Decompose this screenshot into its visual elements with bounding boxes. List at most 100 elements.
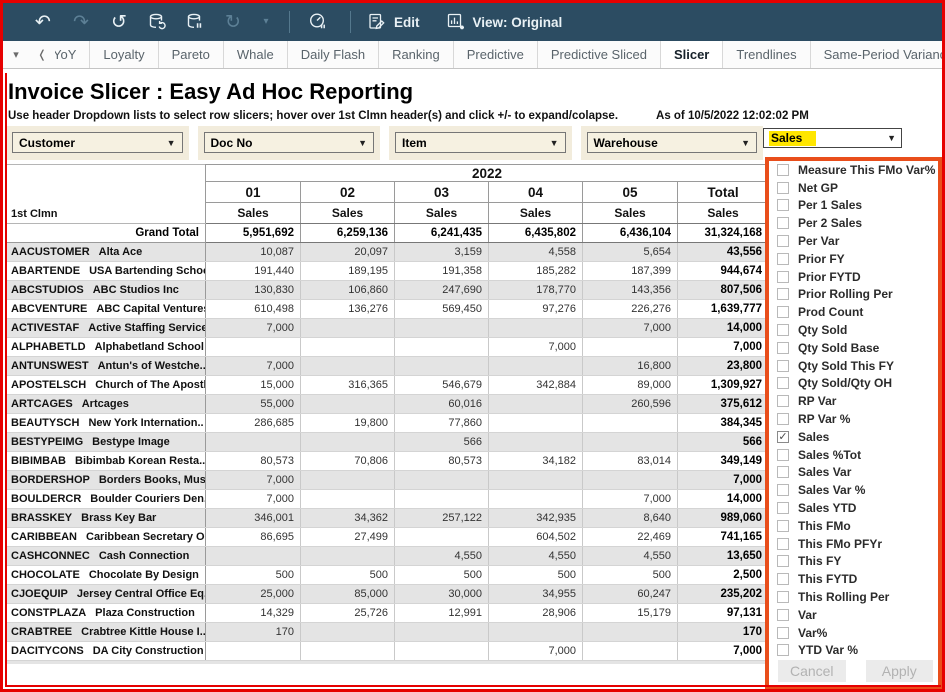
cell-value[interactable] (583, 623, 678, 642)
cell-value[interactable]: 566 (395, 433, 489, 452)
measure-item-prior-rolling-per[interactable]: Prior Rolling Per (769, 286, 938, 304)
tab-loyalty[interactable]: Loyalty (90, 41, 158, 68)
row-label-artcages[interactable]: ARTCAGESArtcages (7, 395, 206, 414)
cell-value[interactable]: 741,165 (678, 528, 769, 547)
cell-value[interactable] (489, 623, 583, 642)
column-header-total[interactable]: Total (678, 182, 769, 203)
tab-yoy[interactable]: YoY (55, 41, 90, 68)
cell-value[interactable]: 5,654 (583, 243, 678, 262)
cell-value[interactable]: 86,695 (206, 528, 301, 547)
cell-value[interactable] (489, 357, 583, 376)
filter-select-item[interactable]: Item▼ (395, 132, 566, 153)
tab-slicer[interactable]: Slicer (661, 41, 723, 68)
measure-item-var[interactable]: Var% (769, 624, 938, 642)
cell-value[interactable]: 27,499 (301, 528, 395, 547)
row-label-cashconnec[interactable]: CASHCONNECCash Connection (7, 547, 206, 566)
row-label-abcventure[interactable]: ABCVENTUREABC Capital Ventures (7, 300, 206, 319)
cell-value[interactable]: 546,679 (395, 376, 489, 395)
cell-value[interactable]: 34,362 (301, 509, 395, 528)
tab-predictive-sliced[interactable]: Predictive Sliced (538, 41, 661, 68)
cell-value[interactable] (395, 623, 489, 642)
checkbox-icon[interactable] (777, 502, 789, 514)
cell-value[interactable]: 25,726 (301, 604, 395, 623)
row-label-abcstudios[interactable]: ABCSTUDIOSABC Studios Inc (7, 281, 206, 300)
cell-value[interactable]: 349,149 (678, 452, 769, 471)
cell-value[interactable]: 7,000 (206, 357, 301, 376)
checkbox-icon[interactable] (777, 253, 789, 265)
column-header-04[interactable]: 04 (489, 182, 583, 203)
cell-value[interactable]: 4,558 (489, 243, 583, 262)
cell-value[interactable]: 14,000 (678, 319, 769, 338)
cell-value[interactable]: 16,800 (583, 357, 678, 376)
checkbox-icon[interactable] (777, 395, 789, 407)
cell-value[interactable] (489, 319, 583, 338)
cell-value[interactable]: 77,860 (395, 414, 489, 433)
cell-value[interactable]: 989,060 (678, 509, 769, 528)
cell-value[interactable] (206, 642, 301, 661)
row-label-bestypeimg[interactable]: BESTYPEIMGBestype Image (7, 433, 206, 452)
cell-value[interactable]: 257,122 (395, 509, 489, 528)
row-label-beautysch[interactable]: BEAUTYSCHNew York Internation.. (7, 414, 206, 433)
pause-updates-icon[interactable] (183, 12, 207, 32)
cell-value[interactable]: 500 (583, 566, 678, 585)
apply-button[interactable]: Apply (866, 660, 934, 682)
checkbox-icon[interactable]: ✓ (777, 431, 789, 443)
cell-value[interactable]: 375,612 (678, 395, 769, 414)
row-label-caribbean[interactable]: CARIBBEANCaribbean Secretary O.. (7, 528, 206, 547)
first-column-header[interactable]: 1st Clmn (7, 165, 206, 224)
measure-item-per-1-sales[interactable]: Per 1 Sales (769, 197, 938, 215)
cell-value[interactable] (301, 547, 395, 566)
cell-value[interactable]: 7,000 (489, 642, 583, 661)
cell-value[interactable]: 34,182 (489, 452, 583, 471)
measure-item-var[interactable]: Var (769, 606, 938, 624)
cell-value[interactable] (489, 395, 583, 414)
cell-value[interactable] (395, 642, 489, 661)
checkbox-icon[interactable] (777, 466, 789, 478)
cell-value[interactable]: 610,498 (206, 300, 301, 319)
cell-value[interactable]: 286,685 (206, 414, 301, 433)
cell-value[interactable]: 189,195 (301, 262, 395, 281)
measure-item-per-2-sales[interactable]: Per 2 Sales (769, 214, 938, 232)
checkbox-icon[interactable] (777, 555, 789, 567)
checkbox-icon[interactable] (777, 164, 789, 176)
revert-icon[interactable]: ↺ (107, 10, 131, 34)
measure-item-qty-sold-base[interactable]: Qty Sold Base (769, 339, 938, 357)
cell-value[interactable]: 89,000 (583, 376, 678, 395)
row-label-bouldercr[interactable]: BOULDERCRBoulder Couriers Den.. (7, 490, 206, 509)
column-header-01[interactable]: 01 (206, 182, 301, 203)
cell-value[interactable]: 260,596 (583, 395, 678, 414)
measure-item-this-rolling-per[interactable]: This Rolling Per (769, 588, 938, 606)
cell-value[interactable] (583, 414, 678, 433)
cell-value[interactable]: 97,276 (489, 300, 583, 319)
measure-item-this-fmo-pfyr[interactable]: This FMo PFYr (769, 535, 938, 553)
cell-value[interactable]: 20,097 (301, 243, 395, 262)
cell-value[interactable] (301, 642, 395, 661)
cell-value[interactable]: 235,202 (678, 585, 769, 604)
cell-value[interactable]: 4,550 (395, 547, 489, 566)
checkbox-icon[interactable] (777, 627, 789, 639)
checkbox-icon[interactable] (777, 573, 789, 585)
cell-value[interactable] (489, 490, 583, 509)
measure-item-ytd-var[interactable]: YTD Var % (769, 642, 938, 660)
cell-value[interactable]: 500 (206, 566, 301, 585)
measure-item-sales-var[interactable]: Sales Var (769, 464, 938, 482)
cell-value[interactable]: 566 (678, 433, 769, 452)
cell-value[interactable]: 604,502 (489, 528, 583, 547)
row-label-brasskey[interactable]: BRASSKEYBrass Key Bar (7, 509, 206, 528)
cell-value[interactable]: 342,935 (489, 509, 583, 528)
cell-value[interactable]: 500 (301, 566, 395, 585)
cell-value[interactable] (489, 471, 583, 490)
measure-item-measure-this-fmo-var[interactable]: Measure This FMo Var% (769, 161, 938, 179)
column-header-05[interactable]: 05 (583, 182, 678, 203)
row-label-apostelsch[interactable]: APOSTELSCHChurch of The Apostl.. (7, 376, 206, 395)
cell-value[interactable] (206, 338, 301, 357)
measure-item-per-var[interactable]: Per Var (769, 232, 938, 250)
measure-item-qty-sold-qty-oh[interactable]: Qty Sold/Qty OH (769, 375, 938, 393)
cell-value[interactable]: 7,000 (583, 490, 678, 509)
cell-value[interactable]: 8,640 (583, 509, 678, 528)
row-label-activestaf[interactable]: ACTIVESTAFActive Staffing Service (7, 319, 206, 338)
measure-item-prior-fy[interactable]: Prior FY (769, 250, 938, 268)
checkbox-icon[interactable] (777, 342, 789, 354)
checkbox-icon[interactable] (777, 360, 789, 372)
checkbox-icon[interactable] (777, 413, 789, 425)
